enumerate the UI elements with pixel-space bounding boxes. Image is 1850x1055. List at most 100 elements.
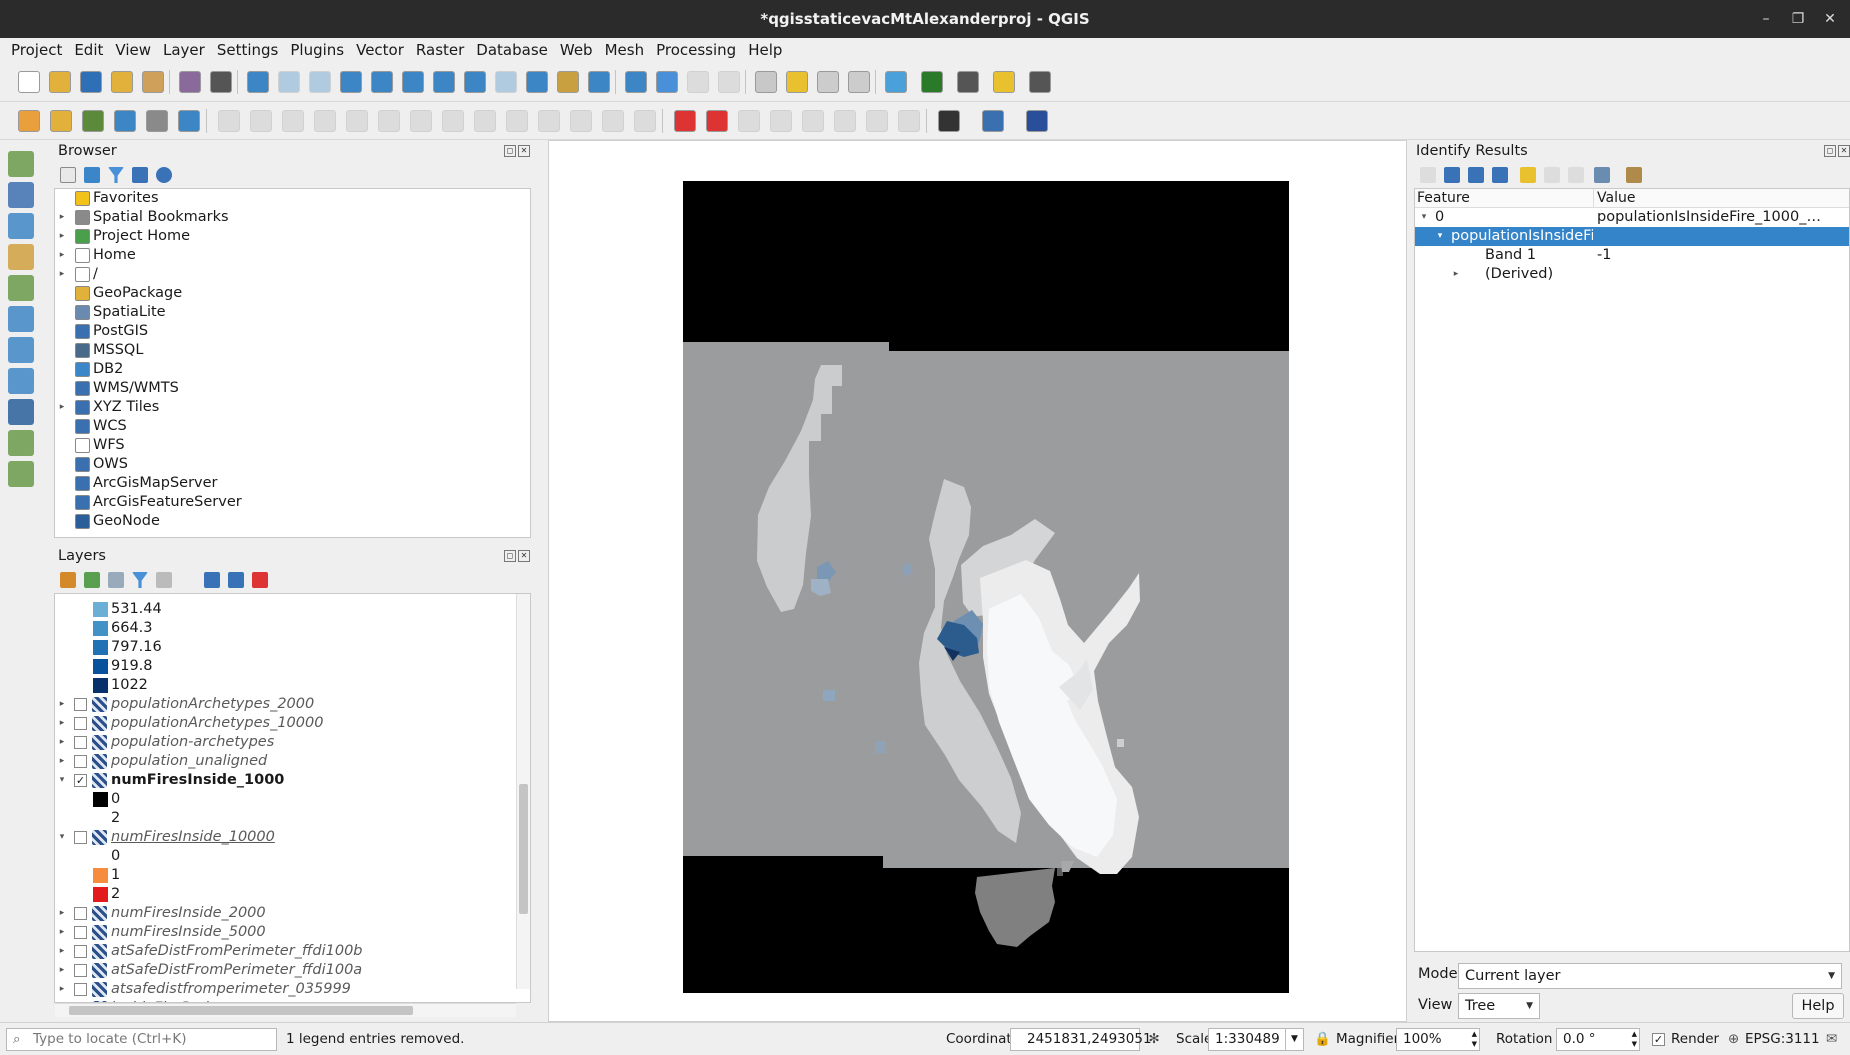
print-response-icon[interactable]	[1568, 167, 1584, 183]
map-canvas[interactable]	[548, 140, 1407, 1022]
chevron-right-icon[interactable]: ▸	[57, 904, 67, 923]
menu-plugins[interactable]: Plugins	[284, 38, 350, 62]
layer-item[interactable]: ▸ atsafedistfromperimeter_035999	[55, 980, 530, 999]
toolbar-tool-icon[interactable]	[538, 110, 560, 132]
toolbar-tool-icon[interactable]	[282, 110, 304, 132]
coordinate-field[interactable]: 2451831,2493051	[1010, 1028, 1152, 1051]
toolbar-tool-icon[interactable]	[674, 110, 696, 132]
menu-raster[interactable]: Raster	[410, 38, 470, 62]
toolbar-tool-icon[interactable]	[80, 71, 102, 93]
toolbar-tool-icon[interactable]	[346, 110, 368, 132]
layer-visibility-checkbox[interactable]	[74, 926, 87, 939]
toolbar-tool-icon[interactable]	[178, 110, 200, 132]
crs-globe-icon[interactable]: ⊕	[1728, 1028, 1739, 1051]
toolbar-tool-icon[interactable]	[634, 110, 656, 132]
help-button[interactable]: Help	[1792, 993, 1844, 1019]
info-icon[interactable]	[156, 167, 172, 183]
toolbar-tool-icon[interactable]	[848, 71, 870, 93]
close-panel-icon[interactable]: ✕	[518, 145, 530, 157]
layer-visibility-checkbox[interactable]	[74, 983, 87, 996]
layers-horizontal-scrollbar[interactable]	[55, 1003, 516, 1017]
toolbar-tool-icon[interactable]	[1029, 71, 1051, 93]
layer-visibility-checkbox[interactable]	[74, 945, 87, 958]
layer-item[interactable]: ▸ numFiresInside_2000	[55, 904, 530, 923]
spin-arrows-icon[interactable]: ▲ ▼	[1632, 1029, 1637, 1049]
chevron-right-icon[interactable]: ▸	[57, 942, 67, 961]
toolbar-tool-icon[interactable]	[885, 71, 907, 93]
add-layer-icon[interactable]	[8, 461, 34, 487]
spin-arrows-icon[interactable]: ▲ ▼	[1472, 1029, 1477, 1049]
identify-row[interactable]: ▾ 0 populationIsInsideFire_1000_…	[1415, 208, 1849, 227]
layer-item[interactable]: ▸ numFiresInside_5000	[55, 923, 530, 942]
help-tool-icon[interactable]	[1626, 167, 1642, 183]
layer-visibility-checkbox[interactable]	[74, 831, 87, 844]
toolbar-tool-icon[interactable]	[442, 110, 464, 132]
toolbar-tool-icon[interactable]	[738, 110, 760, 132]
layers-vertical-scrollbar[interactable]	[516, 594, 530, 989]
add-layer-icon[interactable]	[8, 430, 34, 456]
browser-item[interactable]: WFS	[55, 436, 530, 455]
browser-item[interactable]: PostGIS	[55, 322, 530, 341]
toolbar-tool-icon[interactable]	[114, 110, 136, 132]
collapse-all-icon[interactable]	[228, 572, 244, 588]
layer-item[interactable]: ▸ population-archetypes	[55, 733, 530, 752]
menu-edit[interactable]: Edit	[68, 38, 109, 62]
toolbar-tool-icon[interactable]	[402, 71, 424, 93]
collapse-all-icon[interactable]	[132, 167, 148, 183]
browser-item[interactable]: ArcGisMapServer	[55, 474, 530, 493]
toolbar-tool-icon[interactable]	[18, 71, 40, 93]
toolbar-tool-icon[interactable]	[179, 71, 201, 93]
browser-item[interactable]: ▸ Project Home	[55, 227, 530, 246]
menu-web[interactable]: Web	[554, 38, 599, 62]
toolbar-tool-icon[interactable]	[706, 110, 728, 132]
render-checkbox[interactable]: ✓	[1652, 1033, 1665, 1046]
add-layer-icon[interactable]	[8, 337, 34, 363]
add-layer-icon[interactable]	[8, 244, 34, 270]
messages-icon[interactable]: ✉	[1826, 1028, 1837, 1051]
expand-tree-icon[interactable]	[1444, 167, 1460, 183]
filter-legend-icon[interactable]	[132, 572, 148, 588]
chevron-right-icon[interactable]: ▸	[57, 208, 67, 227]
browser-item[interactable]: OWS	[55, 455, 530, 474]
layer-item[interactable]: ▾ ✓ numFiresInside_1000	[55, 771, 530, 790]
chevron-right-icon[interactable]: ▸	[57, 923, 67, 942]
identify-row[interactable]: ▾ populationIsInsideFir…	[1415, 227, 1849, 246]
maximize-button[interactable]: ❐	[1782, 0, 1814, 38]
copy-feature-icon[interactable]	[1544, 167, 1560, 183]
toolbar-tool-icon[interactable]	[817, 71, 839, 93]
browser-item[interactable]: DB2	[55, 360, 530, 379]
toolbar-tool-icon[interactable]	[250, 110, 272, 132]
toolbar-tool-icon[interactable]	[18, 110, 40, 132]
mode-select[interactable]: Current layer ▼	[1458, 963, 1842, 989]
browser-item[interactable]: ▸ /	[55, 265, 530, 284]
float-panel-icon[interactable]: ◻	[504, 550, 516, 562]
layer-item[interactable]: ▾ numFiresInside_10000	[55, 828, 530, 847]
chevron-right-icon[interactable]: ▸	[57, 752, 67, 771]
close-button[interactable]: ✕	[1814, 0, 1846, 38]
toolbar-tool-icon[interactable]	[314, 110, 336, 132]
browser-item[interactable]: WCS	[55, 417, 530, 436]
toolbar-tool-icon[interactable]	[410, 110, 432, 132]
chevron-right-icon[interactable]: ▸	[57, 714, 67, 733]
feature-column-header[interactable]: Feature	[1417, 189, 1470, 208]
toolbar-tool-icon[interactable]	[146, 110, 168, 132]
chevron-down-icon[interactable]: ▾	[57, 771, 67, 790]
browser-item[interactable]: WMS/WMTS	[55, 379, 530, 398]
minimize-button[interactable]: –	[1750, 0, 1782, 38]
toolbar-tool-icon[interactable]	[50, 110, 72, 132]
layer-item[interactable]: ▸ populationArchetypes_2000	[55, 695, 530, 714]
add-layer-icon[interactable]	[8, 151, 34, 177]
toolbar-tool-icon[interactable]	[602, 110, 624, 132]
add-layer-icon[interactable]	[8, 399, 34, 425]
toolbar-tool-icon[interactable]	[588, 71, 610, 93]
locator-input[interactable]: ⌕ Type to locate (Ctrl+K)	[6, 1028, 277, 1051]
refresh-icon[interactable]	[84, 167, 100, 183]
layer-visibility-checkbox[interactable]	[74, 717, 87, 730]
chevron-right-icon[interactable]: ▸	[57, 961, 67, 980]
toolbar-tool-icon[interactable]	[464, 71, 486, 93]
value-column-header[interactable]: Value	[1597, 189, 1635, 208]
toolbar-tool-icon[interactable]	[834, 110, 856, 132]
expand-all-icon[interactable]	[204, 572, 220, 588]
layer-item[interactable]: ▸ population_unaligned	[55, 752, 530, 771]
identify-row[interactable]: Band 1 -1	[1415, 246, 1849, 265]
